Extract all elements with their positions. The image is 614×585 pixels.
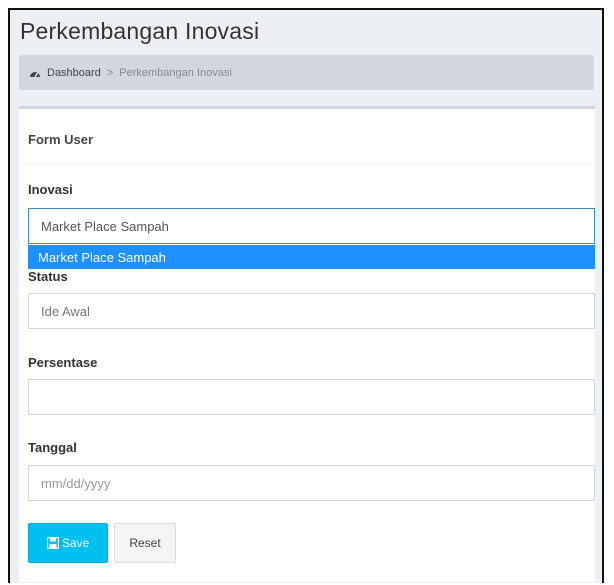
breadcrumb-current: Perkembangan Inovasi [119,66,232,79]
breadcrumb-home-link[interactable]: Dashboard [47,67,101,79]
persentase-label: Persentase [28,355,98,370]
content-wrapper: Perkembangan Inovasi Dashboard > Perkemb… [8,8,604,583]
reset-button-label: Reset [129,536,161,550]
inovasi-select[interactable]: Market Place Sampah [28,208,595,244]
inovasi-dropdown-option[interactable]: Market Place Sampah [28,245,595,269]
breadcrumb: Dashboard > Perkembangan Inovasi [19,55,594,90]
inovasi-label: Inovasi [28,182,73,197]
save-button-label: Save [61,536,90,550]
status-label: Status [28,269,68,284]
page-title: Perkembangan Inovasi [20,18,260,44]
persentase-field[interactable] [28,379,595,415]
inovasi-select-value: Market Place Sampah [41,218,169,234]
tanggal-label: Tanggal [28,440,77,455]
tanggal-placeholder: mm/dd/yyyy [41,475,111,491]
status-field[interactable]: Ide Awal [28,293,595,329]
dashboard-icon [29,67,41,79]
save-icon [46,536,59,550]
status-field-value: Ide Awal [41,303,90,319]
dropdown-option-label: Market Place Sampah [38,249,166,265]
tanggal-date-field[interactable]: mm/dd/yyyy [28,465,595,501]
form-box: Form User Inovasi Market Place Sampah Ma… [19,106,595,582]
reset-button[interactable]: Reset [114,523,176,563]
save-button[interactable]: Save [28,523,108,563]
breadcrumb-separator: > [106,66,114,79]
form-title: Form User [19,109,595,165]
